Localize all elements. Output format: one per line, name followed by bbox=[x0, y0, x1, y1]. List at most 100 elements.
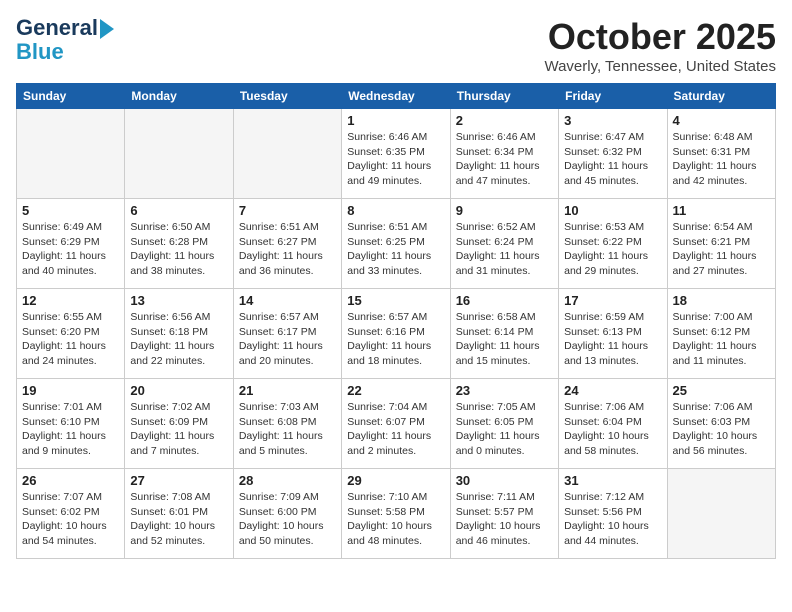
day-number: 23 bbox=[456, 383, 553, 398]
day-info: Sunrise: 7:01 AMSunset: 6:10 PMDaylight:… bbox=[22, 400, 119, 459]
calendar-cell-25: 25Sunrise: 7:06 AMSunset: 6:03 PMDayligh… bbox=[667, 379, 775, 469]
day-info: Sunrise: 6:59 AMSunset: 6:13 PMDaylight:… bbox=[564, 310, 661, 369]
calendar-cell-14: 14 Sunrise: 6:57 AMSunset: 6:17 PMDayligh… bbox=[233, 289, 341, 379]
day-number: 16 bbox=[456, 293, 553, 308]
day-number: 18 bbox=[673, 293, 770, 308]
day-info: Sunrise: 7:00 AMSunset: 6:12 PMDaylight:… bbox=[673, 310, 770, 369]
day-number: 27 bbox=[130, 473, 227, 488]
calendar-header-sunday: Sunday bbox=[17, 84, 125, 109]
day-number: 12 bbox=[22, 293, 119, 308]
day-number: 19 bbox=[22, 383, 119, 398]
calendar-cell-31: 31 Sunrise: 7:12 AMSunset: 5:56 PMDayligh… bbox=[559, 469, 667, 559]
day-number: 2 bbox=[456, 113, 553, 128]
calendar-cell-11: 11 Sunrise: 6:54 AMSunset: 6:21 PMDayligh… bbox=[667, 199, 775, 289]
calendar-cell-16: 16 Sunrise: 6:58 AMSunset: 6:14 PMDayligh… bbox=[450, 289, 558, 379]
month-title: October 2025 bbox=[544, 16, 776, 58]
day-info: Sunrise: 6:58 AMSunset: 6:14 PMDaylight:… bbox=[456, 310, 553, 369]
day-number: 8 bbox=[347, 203, 444, 218]
calendar-cell-22: 22Sunrise: 7:04 AMSunset: 6:07 PMDayligh… bbox=[342, 379, 450, 469]
title-block: October 2025 Waverly, Tennessee, United … bbox=[544, 16, 776, 75]
calendar-cell-19: 19 Sunrise: 7:01 AMSunset: 6:10 PMDayligh… bbox=[17, 379, 125, 469]
logo-blue: Blue bbox=[16, 40, 64, 64]
calendar-header-wednesday: Wednesday bbox=[342, 84, 450, 109]
logo: General Blue bbox=[16, 16, 114, 64]
calendar-cell-26: 26Sunrise: 7:07 AMSunset: 6:02 PMDayligh… bbox=[17, 469, 125, 559]
day-number: 6 bbox=[130, 203, 227, 218]
calendar-cell-27: 27 Sunrise: 7:08 AMSunset: 6:01 PMDayligh… bbox=[125, 469, 233, 559]
calendar-cell-18: 18 Sunrise: 7:00 AMSunset: 6:12 PMDayligh… bbox=[667, 289, 775, 379]
day-info: Sunrise: 6:57 AMSunset: 6:16 PMDaylight:… bbox=[347, 310, 444, 369]
day-number: 5 bbox=[22, 203, 119, 218]
calendar-cell-empty bbox=[17, 109, 125, 199]
day-info: Sunrise: 6:54 AMSunset: 6:21 PMDaylight:… bbox=[673, 220, 770, 279]
day-info: Sunrise: 6:46 AMSunset: 6:34 PMDaylight:… bbox=[456, 130, 553, 189]
calendar-cell-15: 15 Sunrise: 6:57 AMSunset: 6:16 PMDayligh… bbox=[342, 289, 450, 379]
day-info: Sunrise: 6:51 AMSunset: 6:25 PMDaylight:… bbox=[347, 220, 444, 279]
day-number: 21 bbox=[239, 383, 336, 398]
day-number: 1 bbox=[347, 113, 444, 128]
day-info: Sunrise: 7:08 AMSunset: 6:01 PMDaylight:… bbox=[130, 490, 227, 549]
calendar-header-friday: Friday bbox=[559, 84, 667, 109]
day-info: Sunrise: 7:07 AMSunset: 6:02 PMDaylight:… bbox=[22, 490, 119, 549]
day-info: Sunrise: 6:52 AMSunset: 6:24 PMDaylight:… bbox=[456, 220, 553, 279]
day-number: 28 bbox=[239, 473, 336, 488]
day-number: 31 bbox=[564, 473, 661, 488]
day-number: 17 bbox=[564, 293, 661, 308]
day-number: 29 bbox=[347, 473, 444, 488]
calendar-cell-28: 28 Sunrise: 7:09 AMSunset: 6:00 PMDayligh… bbox=[233, 469, 341, 559]
day-info: Sunrise: 7:02 AMSunset: 6:09 PMDaylight:… bbox=[130, 400, 227, 459]
calendar-header-thursday: Thursday bbox=[450, 84, 558, 109]
day-number: 15 bbox=[347, 293, 444, 308]
day-info: Sunrise: 7:06 AMSunset: 6:03 PMDaylight:… bbox=[673, 400, 770, 459]
calendar-header-tuesday: Tuesday bbox=[233, 84, 341, 109]
location: Waverly, Tennessee, United States bbox=[544, 58, 776, 75]
day-number: 10 bbox=[564, 203, 661, 218]
calendar-cell-17: 17 Sunrise: 6:59 AMSunset: 6:13 PMDayligh… bbox=[559, 289, 667, 379]
day-info: Sunrise: 6:46 AMSunset: 6:35 PMDaylight:… bbox=[347, 130, 444, 189]
calendar-header-monday: Monday bbox=[125, 84, 233, 109]
day-info: Sunrise: 7:11 AMSunset: 5:57 PMDaylight:… bbox=[456, 490, 553, 549]
calendar-week-5: 26Sunrise: 7:07 AMSunset: 6:02 PMDayligh… bbox=[17, 469, 776, 559]
calendar-cell-2: 2 Sunrise: 6:46 AMSunset: 6:34 PMDaylight… bbox=[450, 109, 558, 199]
day-number: 11 bbox=[673, 203, 770, 218]
calendar-cell-24: 24 Sunrise: 7:06 AMSunset: 6:04 PMDayligh… bbox=[559, 379, 667, 469]
day-info: Sunrise: 7:05 AMSunset: 6:05 PMDaylight:… bbox=[456, 400, 553, 459]
calendar-cell-21: 21Sunrise: 7:03 AMSunset: 6:08 PMDayligh… bbox=[233, 379, 341, 469]
day-info: Sunrise: 6:50 AMSunset: 6:28 PMDaylight:… bbox=[130, 220, 227, 279]
day-info: Sunrise: 7:12 AMSunset: 5:56 PMDaylight:… bbox=[564, 490, 661, 549]
day-info: Sunrise: 7:10 AMSunset: 5:58 PMDaylight:… bbox=[347, 490, 444, 549]
calendar-cell-5: 5 Sunrise: 6:49 AMSunset: 6:29 PMDaylight… bbox=[17, 199, 125, 289]
day-info: Sunrise: 7:06 AMSunset: 6:04 PMDaylight:… bbox=[564, 400, 661, 459]
day-info: Sunrise: 7:09 AMSunset: 6:00 PMDaylight:… bbox=[239, 490, 336, 549]
day-info: Sunrise: 6:49 AMSunset: 6:29 PMDaylight:… bbox=[22, 220, 119, 279]
calendar-cell-4: 4Sunrise: 6:48 AMSunset: 6:31 PMDaylight… bbox=[667, 109, 775, 199]
calendar-week-1: 1 Sunrise: 6:46 AMSunset: 6:35 PMDaylight… bbox=[17, 109, 776, 199]
day-info: Sunrise: 6:57 AMSunset: 6:17 PMDaylight:… bbox=[239, 310, 336, 369]
calendar-cell-3: 3Sunrise: 6:47 AMSunset: 6:32 PMDaylight… bbox=[559, 109, 667, 199]
calendar-cell-13: 13Sunrise: 6:56 AMSunset: 6:18 PMDayligh… bbox=[125, 289, 233, 379]
day-number: 14 bbox=[239, 293, 336, 308]
day-number: 9 bbox=[456, 203, 553, 218]
day-info: Sunrise: 6:53 AMSunset: 6:22 PMDaylight:… bbox=[564, 220, 661, 279]
day-info: Sunrise: 6:56 AMSunset: 6:18 PMDaylight:… bbox=[130, 310, 227, 369]
calendar-cell-6: 6 Sunrise: 6:50 AMSunset: 6:28 PMDaylight… bbox=[125, 199, 233, 289]
calendar-cell-10: 10 Sunrise: 6:53 AMSunset: 6:22 PMDayligh… bbox=[559, 199, 667, 289]
calendar-cell-1: 1 Sunrise: 6:46 AMSunset: 6:35 PMDaylight… bbox=[342, 109, 450, 199]
calendar-header-row: SundayMondayTuesdayWednesdayThursdayFrid… bbox=[17, 84, 776, 109]
day-number: 7 bbox=[239, 203, 336, 218]
calendar-week-4: 19 Sunrise: 7:01 AMSunset: 6:10 PMDayligh… bbox=[17, 379, 776, 469]
page-header: General Blue October 2025 Waverly, Tenne… bbox=[16, 16, 776, 75]
calendar-cell-30: 30Sunrise: 7:11 AMSunset: 5:57 PMDayligh… bbox=[450, 469, 558, 559]
calendar-cell-12: 12Sunrise: 6:55 AMSunset: 6:20 PMDayligh… bbox=[17, 289, 125, 379]
calendar: SundayMondayTuesdayWednesdayThursdayFrid… bbox=[16, 83, 776, 559]
calendar-cell-29: 29 Sunrise: 7:10 AMSunset: 5:58 PMDayligh… bbox=[342, 469, 450, 559]
calendar-cell-empty bbox=[233, 109, 341, 199]
day-number: 24 bbox=[564, 383, 661, 398]
calendar-week-2: 5 Sunrise: 6:49 AMSunset: 6:29 PMDaylight… bbox=[17, 199, 776, 289]
day-number: 20 bbox=[130, 383, 227, 398]
day-number: 4 bbox=[673, 113, 770, 128]
calendar-cell-20: 20 Sunrise: 7:02 AMSunset: 6:09 PMDayligh… bbox=[125, 379, 233, 469]
day-number: 22 bbox=[347, 383, 444, 398]
logo-text: General bbox=[16, 16, 114, 40]
calendar-header-saturday: Saturday bbox=[667, 84, 775, 109]
